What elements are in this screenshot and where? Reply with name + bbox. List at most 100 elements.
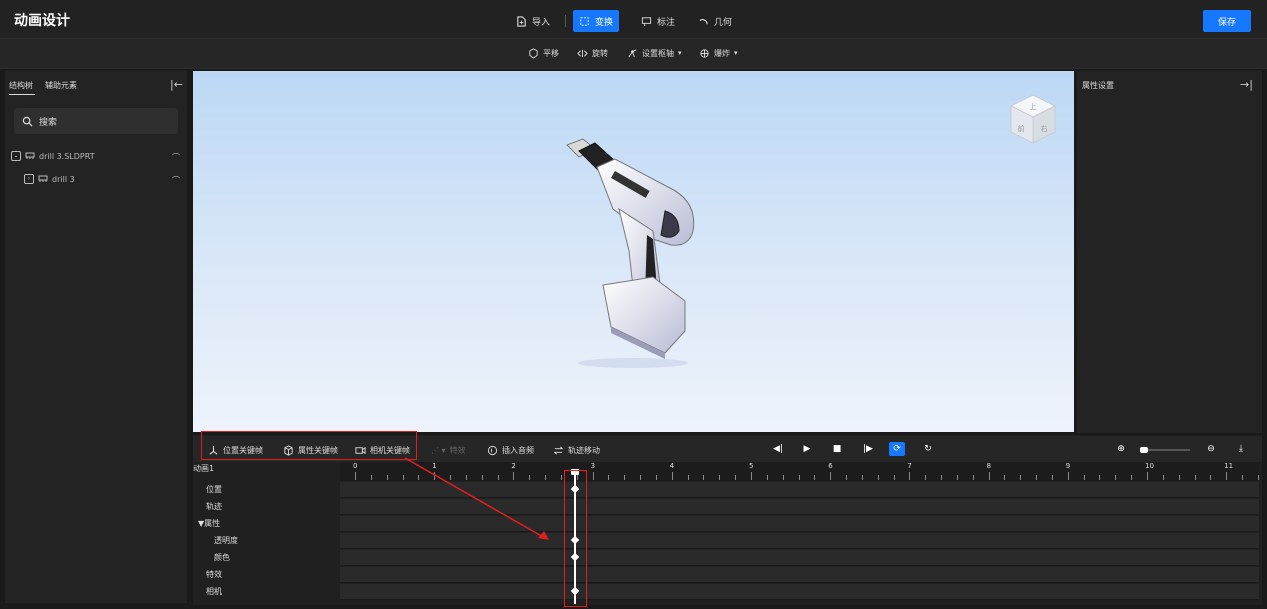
ruler-tick [560, 475, 562, 480]
download-button[interactable]: ⤓ [1233, 442, 1249, 456]
loop-icon: ⟳ [893, 444, 901, 454]
3d-viewport[interactable]: 上 前 右 [193, 71, 1074, 432]
search-icon [22, 116, 33, 127]
annotate-button[interactable]: 标注 [635, 10, 681, 32]
view-cube-top[interactable]: 上 [1030, 102, 1037, 111]
loop-toggle-button[interactable]: ⟳ [889, 442, 905, 456]
active-tab-underline [9, 94, 35, 95]
repeat-once-button[interactable]: ↻ [920, 442, 936, 456]
tree-item-root[interactable]: ⌄ drill 3.SLDPRT [11, 151, 95, 161]
transform-label: 变换 [595, 17, 614, 28]
drill-model[interactable] [553, 131, 713, 371]
ruler-tick [1115, 475, 1117, 480]
part-icon [25, 152, 35, 159]
ruler-tick [719, 475, 721, 480]
tick-label: 10 [1145, 462, 1154, 470]
track-label: 位置 [206, 485, 222, 494]
rotate-label: 旋转 [592, 48, 608, 58]
track-label: ▼属性 [198, 519, 221, 528]
properties-panel-title: 属性设置 [1082, 81, 1114, 90]
ruler-tick [1162, 475, 1164, 480]
pan-button[interactable]: 平移 [528, 46, 559, 60]
ruler-tick [1036, 475, 1038, 480]
play-button[interactable]: ▶ [799, 442, 815, 456]
expand-toggle-icon[interactable]: ⌄ [11, 151, 21, 161]
annotate-label: 标注 [657, 17, 676, 28]
ruler-tick [988, 472, 990, 480]
ruler-tick [640, 475, 642, 480]
collapse-panel-icon[interactable]: |← [170, 78, 183, 91]
ruler-tick [861, 475, 863, 480]
tree-item-child[interactable]: › drill 3 [24, 174, 75, 184]
ruler-tick [1210, 475, 1212, 480]
track-row[interactable] [340, 550, 1259, 566]
ruler-tick [1051, 475, 1053, 480]
chevron-down-icon: ▾ [734, 49, 738, 57]
explode-button[interactable]: 爆炸 ▾ [699, 46, 738, 60]
rotate-icon [577, 49, 588, 57]
ruler-tick [687, 475, 689, 480]
ruler-tick [972, 475, 974, 480]
save-button[interactable]: 保存 [1203, 10, 1251, 32]
track-move-button[interactable]: 轨迹移动 [553, 444, 600, 456]
tick-label: 6 [828, 462, 833, 470]
view-cube-front[interactable]: 前 [1018, 124, 1025, 133]
tick-label: 3 [590, 462, 596, 470]
ruler-tick [608, 475, 610, 480]
ruler-tick [1194, 475, 1196, 480]
play-icon: ▶ [803, 444, 811, 454]
tick-label: 7 [907, 462, 912, 470]
tick-label: 5 [749, 462, 754, 470]
app-title: 动画设计 [14, 13, 70, 29]
import-icon [517, 15, 526, 27]
track-row[interactable] [340, 567, 1259, 583]
transform-button[interactable]: 变换 [573, 10, 620, 32]
tab-structure-tree[interactable]: 结构树 [9, 80, 33, 91]
track-label: 透明度 [214, 536, 238, 545]
stop-icon: ■ [832, 444, 842, 454]
tab-auxiliary-elements[interactable]: 辅助元素 [45, 80, 77, 91]
ruler-tick [846, 475, 848, 480]
visibility-toggle-icon[interactable]: ⌒ [172, 175, 180, 186]
animation-name: 动画1 [193, 464, 215, 473]
next-frame-button[interactable]: |▶ [860, 442, 876, 456]
set-axis-button[interactable]: 设置枢轴 ▾ [627, 46, 682, 60]
set-axis-label: 设置枢轴 [642, 48, 674, 58]
chevron-down-icon: ▾ [678, 49, 682, 57]
ruler-tick [1226, 472, 1228, 480]
explode-icon [700, 48, 709, 58]
tick-label: 11 [1224, 462, 1234, 470]
rotate-button[interactable]: 旋转 [577, 46, 608, 60]
part-icon [38, 175, 48, 182]
ruler-tick [735, 475, 737, 480]
geometry-button[interactable]: 几何 [692, 10, 738, 32]
search-input[interactable]: 搜索 [14, 108, 178, 134]
pan-label: 平移 [543, 48, 559, 58]
track-row[interactable] [340, 584, 1259, 600]
stop-button[interactable]: ■ [829, 442, 845, 456]
ruler-tick [1147, 472, 1148, 480]
track-label: 特效 [206, 570, 222, 579]
ruler-tick [1083, 475, 1085, 480]
expand-toggle-icon[interactable]: › [24, 174, 34, 184]
import-button[interactable]: 导入 [510, 10, 556, 32]
ruler-tick [925, 475, 927, 480]
ruler-tick [1099, 475, 1101, 480]
zoom-in-button[interactable]: ⊕ [1113, 442, 1129, 456]
view-cube[interactable]: 上 前 右 [1008, 93, 1058, 149]
transform-icon [580, 16, 589, 26]
expand-panel-icon[interactable]: →| [1240, 78, 1253, 91]
prev-frame-button[interactable]: ◀| [770, 442, 786, 456]
ruler-tick [830, 472, 832, 480]
zoom-out-button[interactable]: ⊖ [1203, 442, 1219, 456]
tick-label: 0 [353, 462, 358, 470]
track-move-label: 轨迹移动 [568, 445, 600, 455]
view-cube-right[interactable]: 右 [1041, 124, 1048, 133]
ruler-tick [1004, 475, 1006, 480]
import-label: 导入 [532, 17, 551, 28]
ruler-tick [877, 475, 879, 480]
visibility-toggle-icon[interactable]: ⌒ [172, 152, 180, 163]
ruler-tick [1020, 475, 1022, 480]
tick-label: 9 [1065, 462, 1071, 470]
zoom-slider-handle[interactable] [1140, 447, 1148, 453]
